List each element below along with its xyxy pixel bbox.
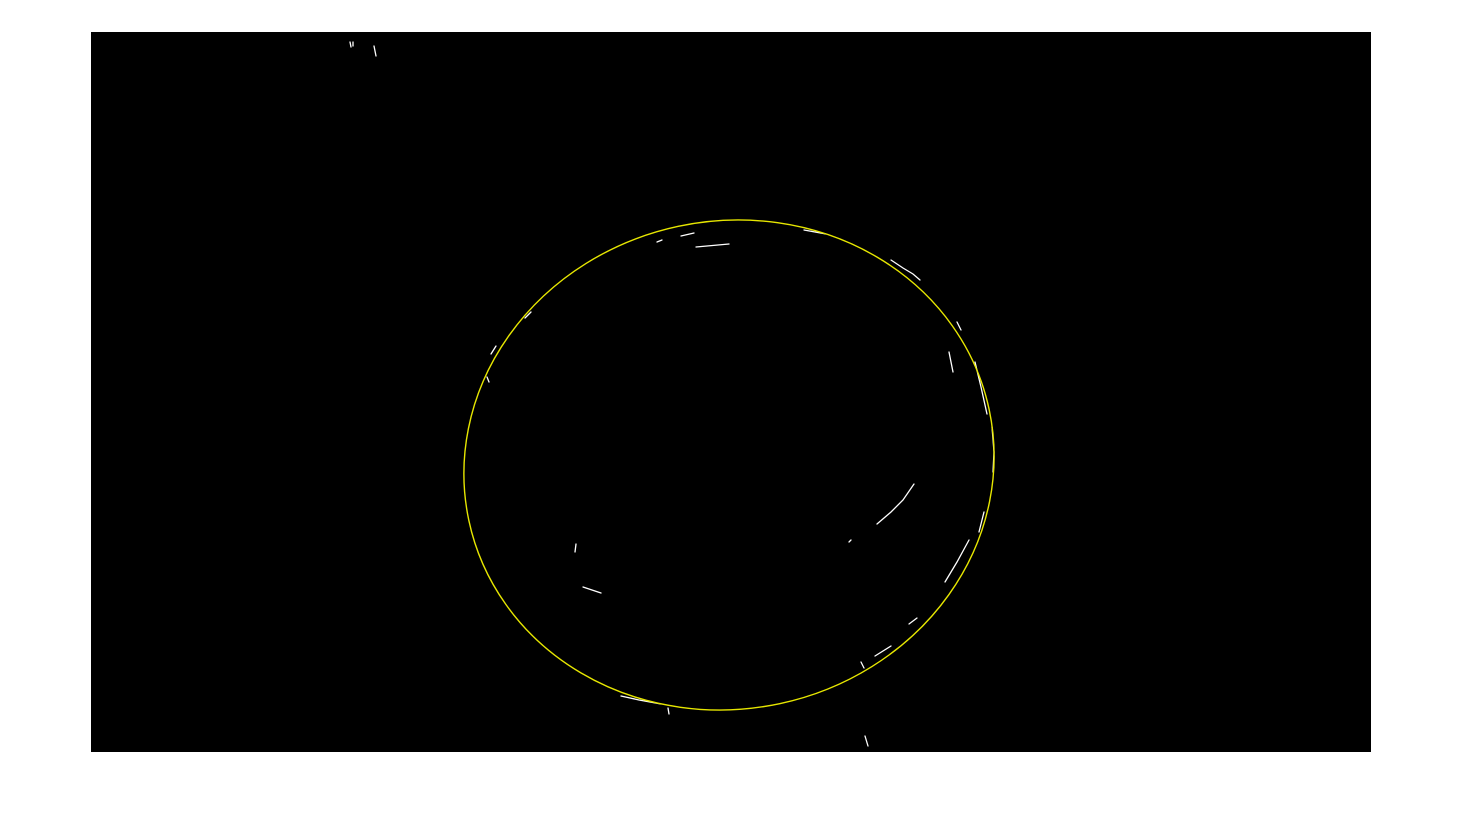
edge-detection-image [91,32,1371,752]
edge-image-svg [91,32,1371,752]
image-background [91,32,1371,752]
figure-canvas [0,0,1464,834]
